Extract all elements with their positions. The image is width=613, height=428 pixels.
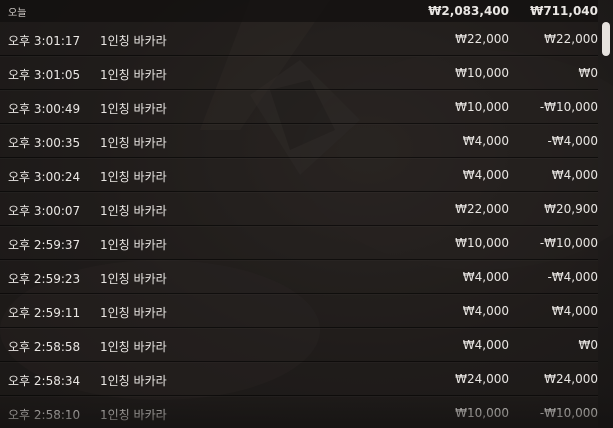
today-total-bet: ₩2,083,400	[428, 4, 509, 18]
game-name: 1인칭 바카라	[100, 374, 167, 388]
scrollbar[interactable]	[602, 22, 610, 422]
bet-time: 오후 3:00:24	[8, 170, 81, 184]
game-name: 1인칭 바카라	[100, 34, 167, 48]
bet-time: 오후 2:58:10	[8, 408, 81, 422]
bet-result: ₩0	[578, 66, 599, 80]
game-name: 1인칭 바카라	[100, 68, 167, 82]
bet-time: 오후 2:59:11	[8, 306, 81, 320]
bet-amount: ₩4,000	[462, 270, 509, 284]
game-name: 1인칭 바카라	[100, 170, 167, 184]
bet-amount: ₩10,000	[455, 66, 509, 80]
bet-time: 오후 3:00:49	[8, 102, 81, 116]
today-label: 오늘	[8, 7, 27, 19]
bet-amount: ₩4,000	[462, 304, 509, 318]
bet-time: 오후 2:58:34	[8, 374, 81, 388]
today-summary-row: 오늘 ₩2,083,400 ₩711,040	[0, 0, 598, 22]
bet-history-row[interactable]: 오후 2:58:10 1인칭 바카라 ₩10,000 -₩10,000	[0, 396, 598, 428]
game-name: 1인칭 바카라	[100, 340, 167, 354]
bet-history-row[interactable]: 오후 2:59:37 1인칭 바카라 ₩10,000 -₩10,000	[0, 226, 598, 260]
game-name: 1인칭 바카라	[100, 272, 167, 286]
bet-result: -₩10,000	[539, 406, 598, 420]
bet-result: -₩4,000	[547, 134, 598, 148]
bet-result: -₩4,000	[547, 270, 598, 284]
game-name: 1인칭 바카라	[100, 408, 167, 422]
bet-history-row[interactable]: 오후 2:58:34 1인칭 바카라 ₩24,000 ₩24,000	[0, 362, 598, 396]
bet-result: ₩24,000	[544, 372, 598, 386]
scrollbar-thumb[interactable]	[602, 22, 610, 56]
bet-time: 오후 3:00:35	[8, 136, 81, 150]
bet-history-row[interactable]: 오후 3:00:35 1인칭 바카라 ₩4,000 -₩4,000	[0, 124, 598, 158]
bet-time: 오후 3:01:17	[8, 34, 81, 48]
bet-history-row[interactable]: 오후 3:00:49 1인칭 바카라 ₩10,000 -₩10,000	[0, 90, 598, 124]
bet-amount: ₩10,000	[455, 100, 509, 114]
bet-result: ₩4,000	[551, 304, 598, 318]
bet-amount: ₩4,000	[462, 338, 509, 352]
bet-amount: ₩10,000	[455, 236, 509, 250]
bet-time: 오후 2:58:58	[8, 340, 81, 354]
bet-history-row[interactable]: 오후 3:01:17 1인칭 바카라 ₩22,000 ₩22,000	[0, 22, 598, 56]
bet-amount: ₩4,000	[462, 168, 509, 182]
game-name: 1인칭 바카라	[100, 102, 167, 116]
bet-history-row[interactable]: 오후 2:59:11 1인칭 바카라 ₩4,000 ₩4,000	[0, 294, 598, 328]
bet-time: 오후 2:59:37	[8, 238, 81, 252]
bet-time: 오후 3:00:07	[8, 204, 81, 218]
bet-history-row[interactable]: 오후 2:58:58 1인칭 바카라 ₩4,000 ₩0	[0, 328, 598, 362]
bet-history-row[interactable]: 오후 3:00:24 1인칭 바카라 ₩4,000 ₩4,000	[0, 158, 598, 192]
bet-amount: ₩10,000	[455, 406, 509, 420]
bet-result: ₩20,900	[544, 202, 598, 216]
bet-time: 오후 2:59:23	[8, 272, 81, 286]
bet-result: ₩0	[578, 338, 599, 352]
bet-history-row[interactable]: 오후 2:59:23 1인칭 바카라 ₩4,000 -₩4,000	[0, 260, 598, 294]
bet-amount: ₩22,000	[455, 32, 509, 46]
bet-result: ₩22,000	[544, 32, 598, 46]
bet-result: -₩10,000	[539, 100, 598, 114]
bet-result: ₩4,000	[551, 168, 598, 182]
bet-history-row[interactable]: 오후 3:01:05 1인칭 바카라 ₩10,000 ₩0	[0, 56, 598, 90]
bet-time: 오후 3:01:05	[8, 68, 81, 82]
bet-history-list: 오후 3:01:17 1인칭 바카라 ₩22,000 ₩22,000 오후 3:…	[0, 22, 598, 428]
bet-history-panel: 오늘 ₩2,083,400 ₩711,040 오후 3:01:17 1인칭 바카…	[0, 0, 613, 428]
game-name: 1인칭 바카라	[100, 136, 167, 150]
bet-amount: ₩22,000	[455, 202, 509, 216]
bet-result: -₩10,000	[539, 236, 598, 250]
bet-amount: ₩4,000	[462, 134, 509, 148]
game-name: 1인칭 바카라	[100, 238, 167, 252]
game-name: 1인칭 바카라	[100, 204, 167, 218]
game-name: 1인칭 바카라	[100, 306, 167, 320]
today-net-result: ₩711,040	[530, 4, 598, 18]
bet-history-row[interactable]: 오후 3:00:07 1인칭 바카라 ₩22,000 ₩20,900	[0, 192, 598, 226]
bet-amount: ₩24,000	[455, 372, 509, 386]
